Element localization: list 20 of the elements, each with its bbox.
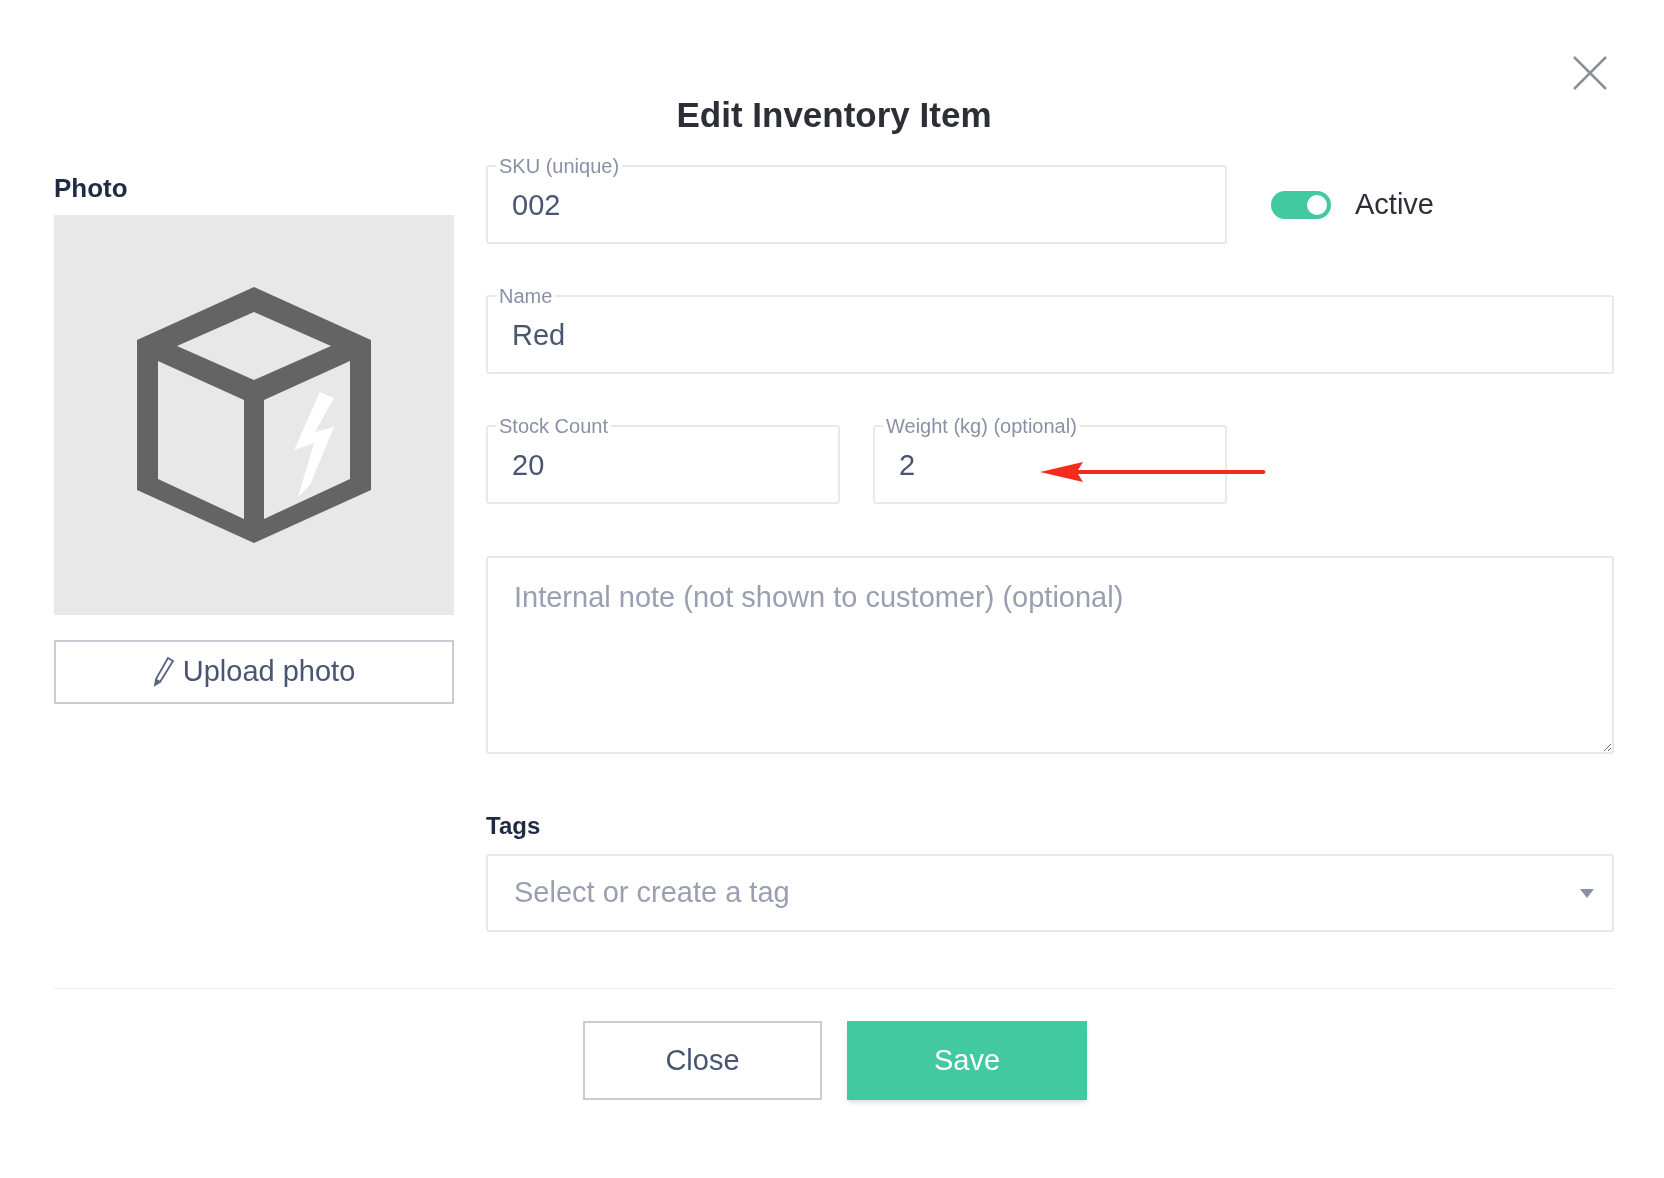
weight-value-input[interactable]: 2 <box>875 438 1225 502</box>
active-label: Active <box>1355 187 1434 223</box>
box-icon <box>134 285 374 545</box>
tags-label: Tags <box>486 811 542 841</box>
stock-count-value-input[interactable]: 20 <box>488 438 838 502</box>
note-input-field[interactable]: Internal note (not shown to customer) (optional) <box>486 556 1614 754</box>
pencil-icon <box>152 656 175 688</box>
stock-count-label: Stock Count <box>498 414 609 438</box>
sku-value-input[interactable]: 002 <box>488 178 1225 242</box>
photo-label: Photo <box>54 172 129 204</box>
name-label: Name <box>498 284 554 308</box>
upload-photo-button[interactable]: Upload photo <box>54 640 454 704</box>
active-toggle[interactable] <box>1271 191 1331 219</box>
dropdown-caret-icon <box>1580 888 1594 898</box>
name-value-input[interactable]: Red <box>488 308 1612 372</box>
close-button[interactable]: Close <box>583 1021 822 1100</box>
dialog-title: Edit Inventory Item <box>675 94 993 136</box>
close-icon[interactable] <box>1572 55 1608 91</box>
weight-label: Weight (kg) (optional) <box>885 414 1078 438</box>
sku-label: SKU (unique) <box>498 154 621 178</box>
